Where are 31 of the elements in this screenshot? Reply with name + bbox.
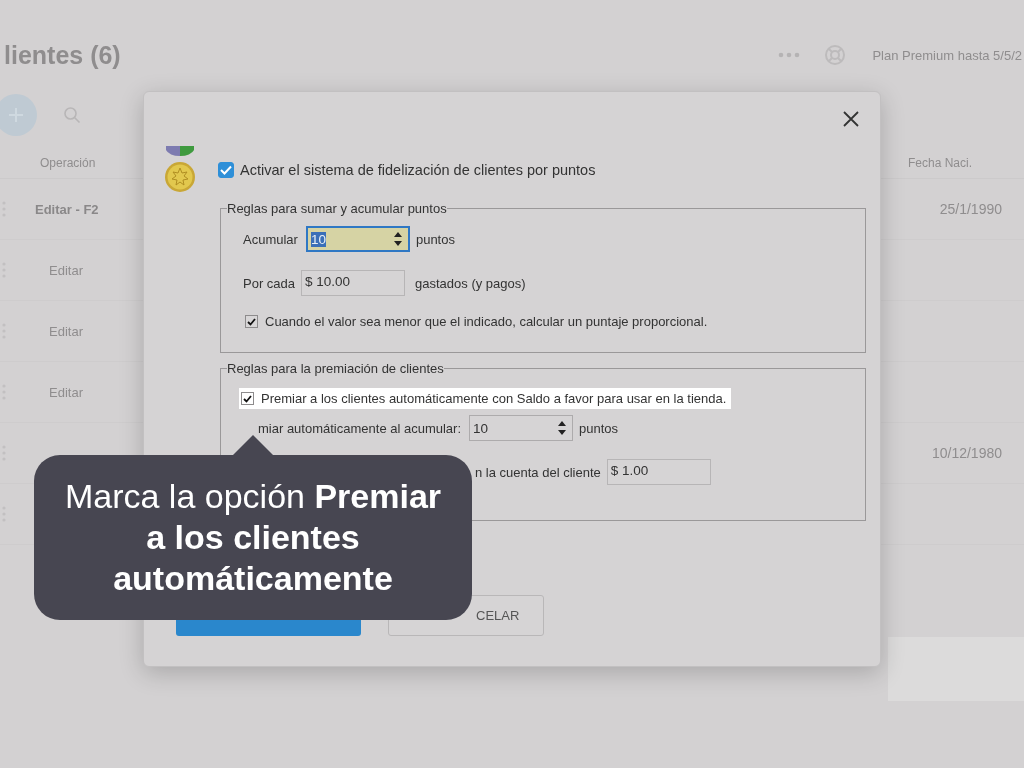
unit-label: puntos	[415, 231, 455, 247]
checkbox[interactable]	[241, 392, 254, 405]
checkbox-label: Activar el sistema de fidelización de clientes por puntos	[240, 162, 596, 178]
column-header: Operación	[40, 156, 96, 170]
plan-label: Plan Premium hasta 5/5/2	[872, 47, 1022, 63]
field-label: Por cada	[243, 275, 296, 291]
field-label: miar automáticamente al acumular:	[258, 420, 462, 436]
number-field[interactable]: 10	[469, 415, 574, 441]
more-icon[interactable]	[778, 52, 801, 58]
column-header: Fecha Naci.	[907, 156, 972, 170]
field-label: Acumular	[243, 231, 298, 247]
table-cell: 10/12/1980	[931, 445, 1002, 461]
unit-label: gastados (y pagos)	[415, 275, 526, 291]
checkbox[interactable]	[245, 315, 258, 328]
spinner-arrows-icon[interactable]	[558, 420, 567, 436]
checkbox-label: Cuando el valor sea menor que el indicado, calcular un puntaje proporcional.	[265, 314, 708, 329]
highlighted-option[interactable]: Premiar a los clientes automáticamente con Saldo a favor para usar en la tienda.	[239, 388, 732, 409]
search-icon[interactable]	[63, 106, 81, 124]
amount-field[interactable]: $ 1.00	[606, 459, 711, 485]
field-label: n la cuenta del cliente	[475, 464, 601, 480]
number-field[interactable]: 10	[305, 226, 410, 252]
spinner-arrows-icon[interactable]	[393, 231, 402, 247]
table-cell: 25/1/1990	[939, 201, 1002, 217]
checkbox[interactable]	[218, 162, 234, 178]
checkbox-label: Premiar a los clientes automáticamente con Saldo a favor para usar en la tienda.	[261, 391, 727, 406]
page-title: lientes (6)	[4, 40, 121, 70]
amount-field[interactable]: $ 10.00	[301, 270, 406, 296]
group-title: Reglas para sumar y acumular puntos	[227, 201, 447, 216]
unit-label: puntos	[579, 420, 619, 436]
close-icon[interactable]	[842, 110, 860, 128]
group-title: Reglas para la premiación de clientes	[227, 361, 444, 376]
